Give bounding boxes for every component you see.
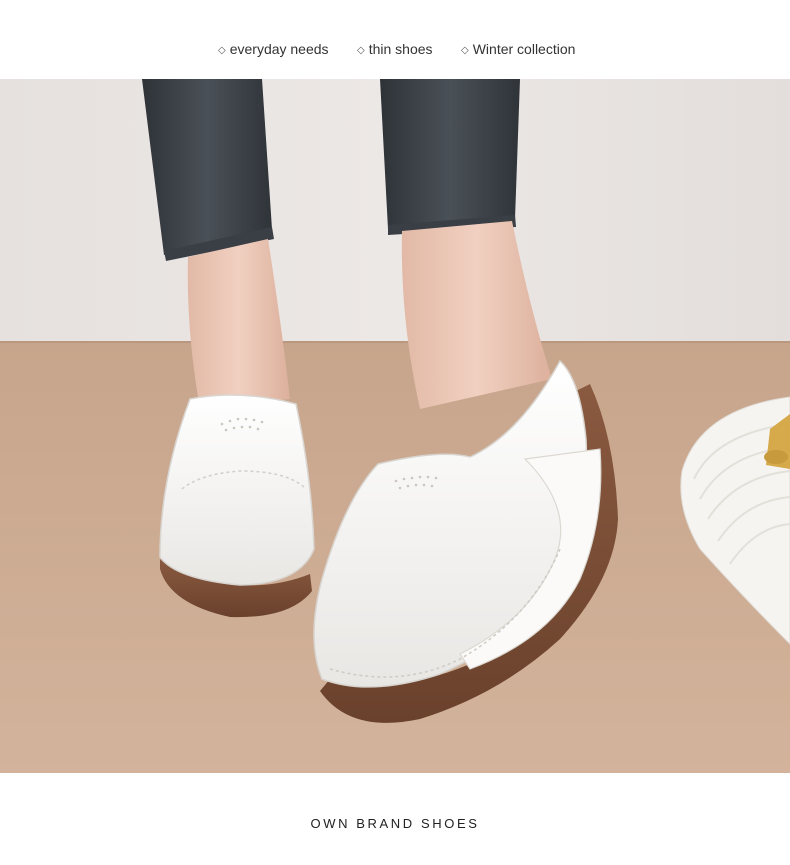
product-photo <box>0 79 790 773</box>
left-jeans-leg <box>142 79 272 255</box>
tag-label: thin shoes <box>368 41 433 57</box>
tag-label: Winter collection <box>472 41 576 57</box>
tag-bar: ◇ everyday needs ◇ thin shoes ◇ Winter coll… <box>0 0 790 79</box>
right-jeans-leg <box>380 79 520 229</box>
tag-thin-shoes: ◇ thin shoes <box>357 40 433 61</box>
footer: OWN BRAND SHOES <box>0 773 790 865</box>
diamond-outline-icon: ◇ <box>357 45 365 56</box>
diamond-outline-icon: ◇ <box>461 45 469 56</box>
tag-winter-collection: ◇ Winter collection <box>461 40 575 61</box>
brand-caption: OWN BRAND SHOES <box>310 816 480 831</box>
tag-everyday-needs: ◇ everyday needs <box>218 40 329 61</box>
product-photo-illustration <box>0 79 790 773</box>
diamond-outline-icon: ◇ <box>218 45 226 56</box>
tag-label: everyday needs <box>229 41 329 57</box>
left-shoe-upper <box>159 394 315 586</box>
